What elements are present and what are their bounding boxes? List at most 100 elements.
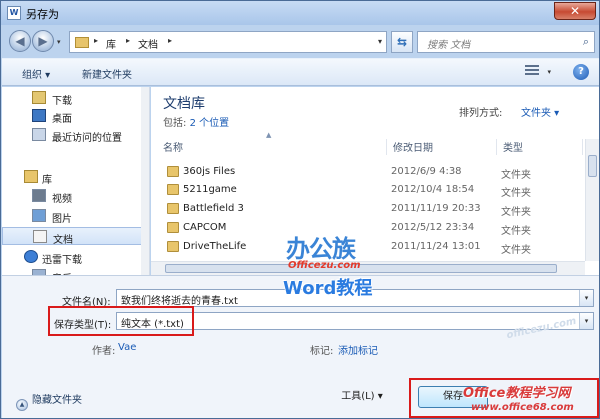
breadcrumb-arrow-icon[interactable]: ▸ [126, 36, 130, 45]
sidebar-item-label: 库 [42, 175, 52, 186]
address-dropdown-icon[interactable]: ▾ [378, 37, 382, 46]
file-date: 2011/11/19 20:33 [391, 203, 481, 214]
address-bar[interactable]: ▸ 库 ▸ 文档 ▸ ▾ [69, 31, 387, 53]
sidebar-item-label: 下载 [52, 96, 72, 107]
address-row: ◀ ▶ ▾ ▸ 库 ▸ 文档 ▸ ▾ ⇆ 搜索 文档 ⌕ [1, 25, 599, 57]
sidebar-item-pictures[interactable]: 图片 [2, 207, 142, 225]
file-name: CAPCOM [183, 222, 227, 233]
tags-label: 标记: [310, 346, 334, 357]
file-list-horizontal-scrollbar[interactable] [151, 261, 585, 275]
sidebar-item-label: 视频 [52, 194, 72, 205]
filetype-highlight-box [48, 306, 194, 336]
file-row[interactable]: 360js Files 2012/6/9 4:38 文件夹 [151, 163, 581, 181]
refresh-button[interactable]: ⇆ [391, 31, 413, 53]
watermark-word-tutorial: Word教程 [283, 278, 373, 299]
title-bar[interactable]: W 另存为 ✕ [1, 1, 599, 25]
file-row[interactable]: 5211game 2012/10/4 18:54 文件夹 [151, 181, 581, 199]
sidebar-item-label: 最近访问的位置 [52, 133, 122, 144]
library-locations-link[interactable]: 2 个位置 [190, 118, 230, 129]
file-date: 2012/5/12 23:34 [391, 222, 475, 233]
folder-icon [167, 222, 179, 233]
window-title: 另存为 [26, 8, 59, 21]
sort-ascending-icon: ▲ [266, 131, 272, 139]
back-button[interactable]: ◀ [9, 30, 31, 52]
search-box[interactable]: 搜索 文档 ⌕ [417, 31, 595, 53]
breadcrumb-arrow-icon[interactable]: ▸ [94, 36, 98, 45]
save-as-dialog: W 另存为 ✕ ◀ ▶ ▾ ▸ 库 ▸ 文档 ▸ ▾ ⇆ 搜索 文档 ⌕ 组织 … [0, 0, 600, 419]
breadcrumb-documents[interactable]: 文档 [138, 36, 158, 51]
sidebar-item-library[interactable]: 库 [2, 168, 142, 186]
view-options-icon[interactable] [525, 65, 539, 79]
search-icon[interactable]: ⌕ [583, 35, 589, 49]
collapse-icon: ▲ [16, 399, 28, 411]
column-header-type[interactable]: 类型 [497, 139, 583, 155]
file-row[interactable]: DriveTheLife 2011/11/24 13:01 文件夹 [151, 238, 581, 256]
sidebar-item-label: 图片 [52, 214, 72, 225]
hide-folders-toggle[interactable]: ▲ 隐藏文件夹 [16, 391, 82, 411]
tools-dropdown-icon: ▾ [377, 391, 383, 402]
library-includes-label: 包括: [163, 118, 187, 129]
tags-value[interactable]: 添加标记 [338, 342, 378, 357]
sidebar-item-downloads[interactable]: 下载 [2, 89, 142, 107]
sidebar-item-videos[interactable]: 视频 [2, 187, 142, 205]
view-dropdown-icon[interactable]: ▾ [547, 68, 551, 76]
watermark-office-learning: Office教程学习网 [463, 386, 571, 401]
tools-label: 工具(L) [341, 391, 375, 402]
tools-button[interactable]: 工具(L) ▾ [330, 386, 394, 408]
breadcrumb-arrow-icon[interactable]: ▸ [168, 36, 172, 45]
new-folder-button[interactable]: 新建文件夹 [82, 66, 132, 81]
folder-icon [167, 166, 179, 177]
filetype-dropdown-icon[interactable]: ▾ [579, 313, 593, 329]
sidebar-item-label: 文档 [53, 235, 73, 246]
file-name: 5211game [183, 184, 237, 195]
file-date: 2012/6/9 4:38 [391, 166, 462, 177]
file-list-pane[interactable]: 文档库 包括: 2 个位置 排列方式: 文件夹 ▾ ▲ 名称 修改日期 类型 3… [151, 87, 599, 275]
column-header-date-modified[interactable]: 修改日期 [387, 139, 497, 155]
search-input[interactable]: 搜索 文档 [427, 36, 470, 51]
filename-dropdown-icon[interactable]: ▾ [579, 290, 593, 306]
scrollbar-thumb[interactable] [165, 264, 557, 273]
breadcrumb-library[interactable]: 库 [106, 36, 116, 51]
file-list-vertical-scrollbar[interactable] [585, 139, 599, 261]
sidebar-item-recent-places[interactable]: 最近访问的位置 [2, 126, 142, 144]
file-row[interactable]: CAPCOM 2012/5/12 23:34 文件夹 [151, 219, 581, 237]
file-type: 文件夹 [501, 207, 531, 218]
organize-button[interactable]: 组织 ▾ [22, 66, 50, 81]
recent-locations-dropdown[interactable]: ▾ [57, 38, 61, 46]
file-name: Battlefield 3 [183, 203, 244, 214]
sidebar-item-label: 桌面 [52, 114, 72, 125]
file-type: 文件夹 [501, 188, 531, 199]
arrange-by-label: 排列方式: [459, 108, 503, 119]
file-row[interactable]: Battlefield 3 2011/11/19 20:33 文件夹 [151, 200, 581, 218]
file-name: DriveTheLife [183, 241, 247, 252]
arrange-by-dropdown[interactable]: 文件夹 ▾ [521, 104, 559, 119]
folder-icon [167, 241, 179, 252]
pictures-icon [32, 209, 46, 222]
navigation-scrollbar[interactable] [141, 87, 149, 275]
scrollbar-thumb[interactable] [588, 155, 597, 177]
sidebar-item-xunlei-downloads[interactable]: 迅雷下载 [2, 248, 142, 266]
close-button[interactable]: ✕ [554, 2, 596, 20]
library-icon [24, 170, 38, 183]
library-includes: 包括: 2 个位置 [163, 114, 229, 129]
file-type: 文件夹 [501, 226, 531, 237]
video-icon [32, 189, 46, 202]
library-title: 文档库 [163, 96, 205, 112]
folder-icon [167, 184, 179, 195]
navigation-pane[interactable]: 下载 桌面 最近访问的位置 库 视频 图片 文档 迅雷下载 [2, 87, 150, 275]
sidebar-item-music[interactable]: 音乐 [2, 267, 142, 275]
file-date: 2011/11/24 13:01 [391, 241, 481, 252]
author-value[interactable]: Vae [118, 342, 136, 353]
watermark-officezu: Officezu.com [288, 260, 361, 271]
help-button[interactable]: ? [573, 64, 589, 80]
downloads-icon [32, 91, 46, 104]
author-label: 作者: [92, 346, 116, 357]
file-date: 2012/10/4 18:54 [391, 184, 475, 195]
column-header-name[interactable]: 名称 [157, 139, 387, 155]
sidebar-item-documents[interactable]: 文档 [2, 227, 142, 246]
folder-icon [75, 37, 89, 48]
sidebar-item-desktop[interactable]: 桌面 [2, 107, 142, 125]
toolbar: 组织 ▾ 新建文件夹 ▾ ? [2, 58, 599, 86]
desktop-icon [32, 109, 46, 122]
forward-button[interactable]: ▶ [32, 30, 54, 52]
